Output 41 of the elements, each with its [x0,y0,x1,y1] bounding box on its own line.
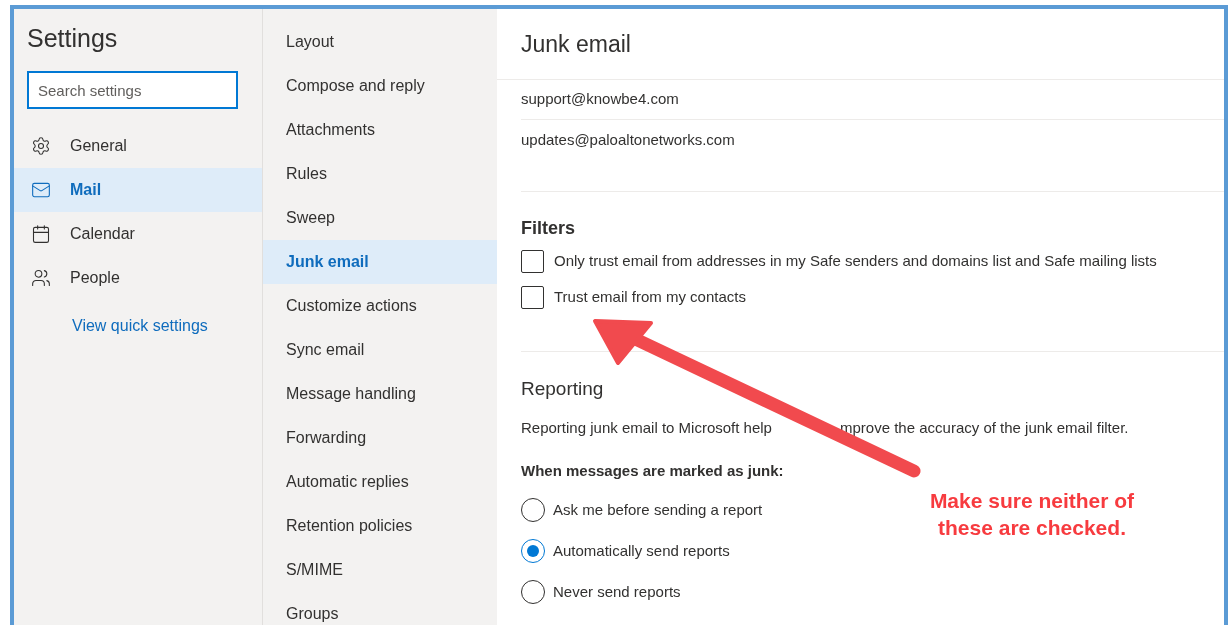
search-field[interactable]: Search settings [27,71,238,109]
mail-section-item[interactable]: S/MIME [263,548,497,592]
category-item[interactable]: Calendar [14,212,262,256]
reporting-description: mprove the accuracy of the junk email filter. [840,418,1129,438]
radio-label: Never send reports [553,581,681,602]
checkbox[interactable] [521,250,544,273]
category-item[interactable]: Mail [14,168,262,212]
radio-label: Ask me before sending a report [553,499,763,520]
mail-section-item[interactable]: Compose and reply [263,64,497,108]
mail-section-item[interactable]: Groups [263,592,497,625]
settings-icon [31,136,51,156]
annotation-note: Make sure neither of these are checked. [928,488,1136,541]
checkbox-label: Only trust email from addresses in my Safe senders and domains list and Safe mailing lists [554,251,1157,272]
reporting-heading: Reporting [521,377,605,401]
settings-title: Settings [26,23,119,54]
envelope-icon [31,180,51,200]
radio-label: Automatically send reports [553,540,730,561]
junk-question: When messages are marked as junk: [521,460,785,481]
category-item[interactable]: People [14,256,262,300]
panel-title: Junk email [521,29,631,59]
checkbox[interactable] [521,286,544,309]
mail-section-item[interactable]: Sweep [263,196,497,240]
mail-section-item[interactable]: Rules [263,152,497,196]
reporting-description: Reporting junk email to Microsoft help [521,418,773,438]
sender-address: support@knowbe4.com [521,89,679,110]
mail-section-item[interactable]: Layout [263,20,497,64]
people-icon [31,268,51,288]
mail-section-item[interactable]: Message handling [263,372,497,416]
mail-section-item[interactable]: Forwarding [263,416,497,460]
quick-settings-link[interactable]: View quick settings [72,314,208,338]
category-item[interactable]: General [14,124,262,168]
filters-heading: Filters [521,217,577,240]
mail-section-item[interactable]: Attachments [263,108,497,152]
mail-section-item[interactable]: Junk email [263,240,497,284]
mail-section-item[interactable]: Automatic replies [263,460,497,504]
mail-section-item[interactable]: Retention policies [263,504,497,548]
calendar-icon [31,224,51,244]
mail-section-item[interactable]: Sync email [263,328,497,372]
mail-section-item[interactable]: Customize actions [263,284,497,328]
sender-address: updates@paloaltonetworks.com [521,129,735,150]
checkbox-label: Trust email from my contacts [554,287,746,308]
